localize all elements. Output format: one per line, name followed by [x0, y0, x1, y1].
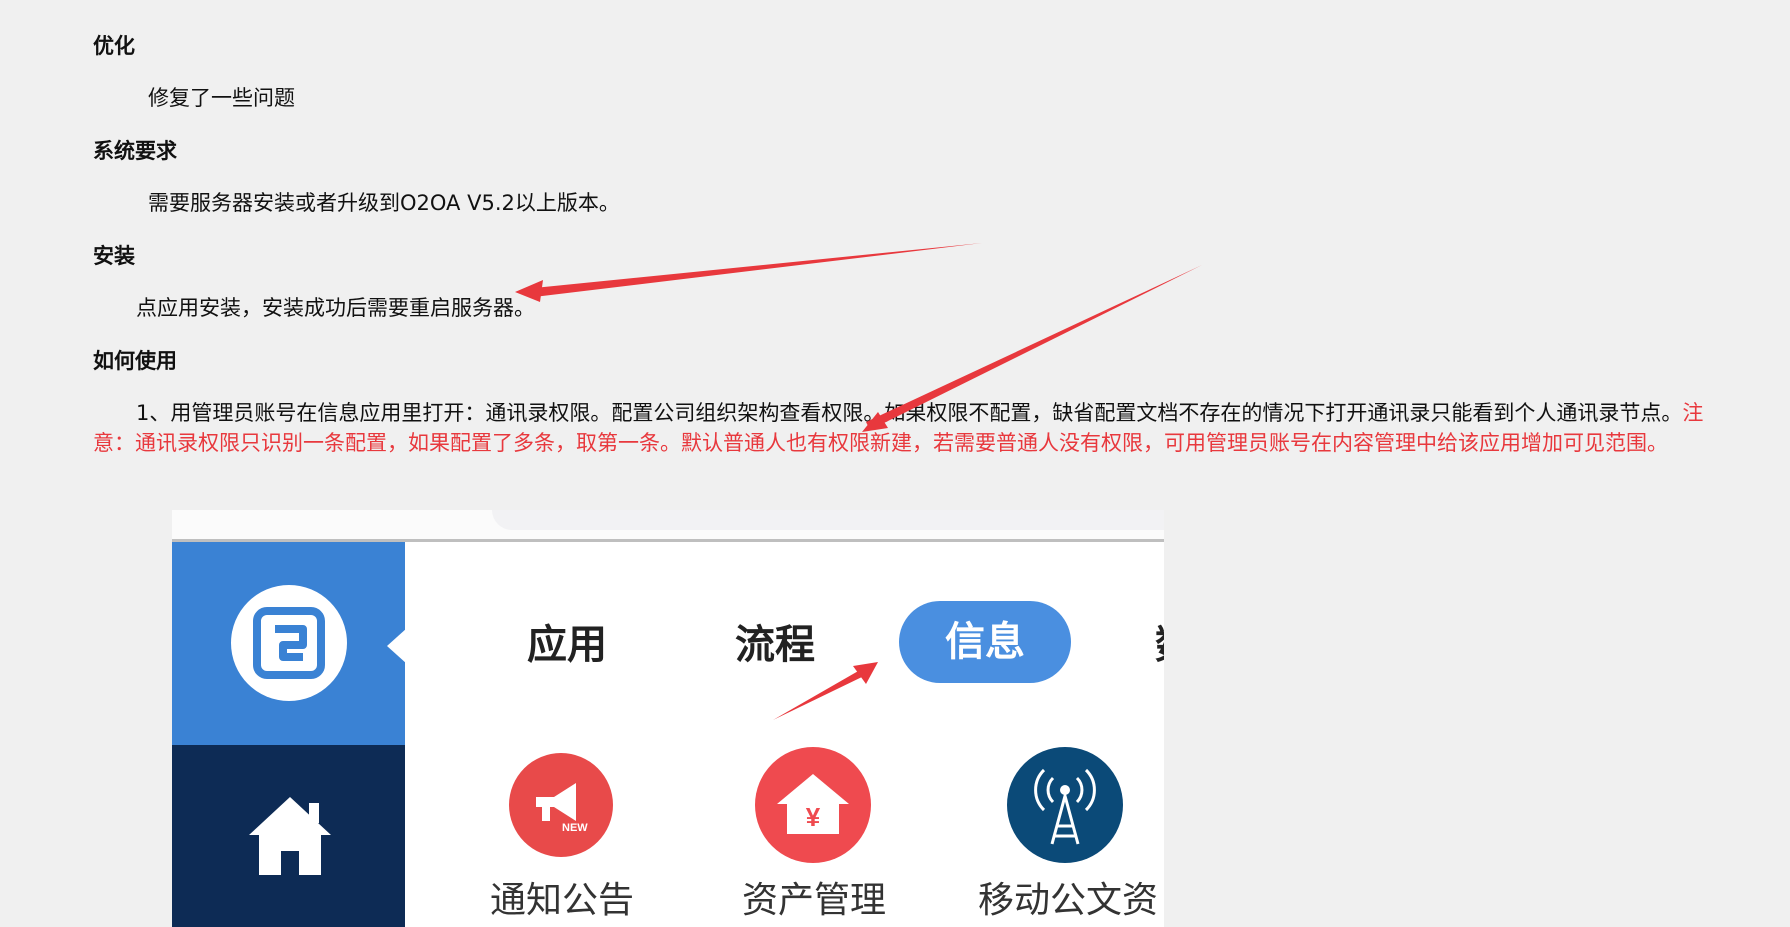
heading-optimize: 优化	[93, 34, 135, 58]
app-label-assets[interactable]: 资产管理	[742, 878, 886, 924]
heading-requirements: 系统要求	[93, 139, 177, 163]
tab-apps[interactable]: 应用	[527, 620, 607, 670]
requirements-text: 需要服务器安装或者升级到O2OA V5.2以上版本。	[148, 191, 620, 215]
yen-symbol: ¥	[806, 802, 821, 832]
usage-paragraph: 1、用管理员账号在信息应用里打开：通讯录权限。配置公司组织架构查看权限。如果权限…	[93, 398, 1743, 458]
heading-usage: 如何使用	[93, 349, 177, 373]
document-page: 优化 修复了一些问题 系统要求 需要服务器安装或者升级到O2OA V5.2以上版…	[0, 0, 1790, 927]
app-label-documents[interactable]: 移动公文资	[978, 878, 1158, 924]
screenshot-topbar	[172, 510, 1164, 542]
heading-install: 安装	[93, 244, 135, 268]
search-pill	[492, 510, 1164, 530]
megaphone-icon[interactable]: NEW	[509, 753, 613, 857]
tab-process[interactable]: 流程	[735, 620, 815, 670]
optimize-text: 修复了一些问题	[148, 86, 295, 110]
app-logo-icon[interactable]	[231, 585, 347, 701]
rail-notch	[387, 628, 407, 664]
tab-info[interactable]: 信息	[899, 601, 1071, 683]
app-screenshot: 应用 流程 信息 数 NEW ¥	[172, 510, 1164, 927]
tab-truncated[interactable]: 数	[1155, 620, 1164, 670]
app-label-notice[interactable]: 通知公告	[490, 878, 634, 924]
new-badge: NEW	[562, 822, 588, 834]
usage-text: 1、用管理员账号在信息应用里打开：通讯录权限。配置公司组织架构查看权限。如果权限…	[136, 401, 1683, 425]
antenna-icon[interactable]	[1007, 747, 1123, 863]
home-icon[interactable]	[247, 795, 333, 881]
arrow-to-install	[515, 243, 982, 302]
install-text: 点应用安装，安装成功后需要重启服务器。	[136, 296, 535, 320]
house-yen-icon[interactable]: ¥	[755, 747, 871, 863]
